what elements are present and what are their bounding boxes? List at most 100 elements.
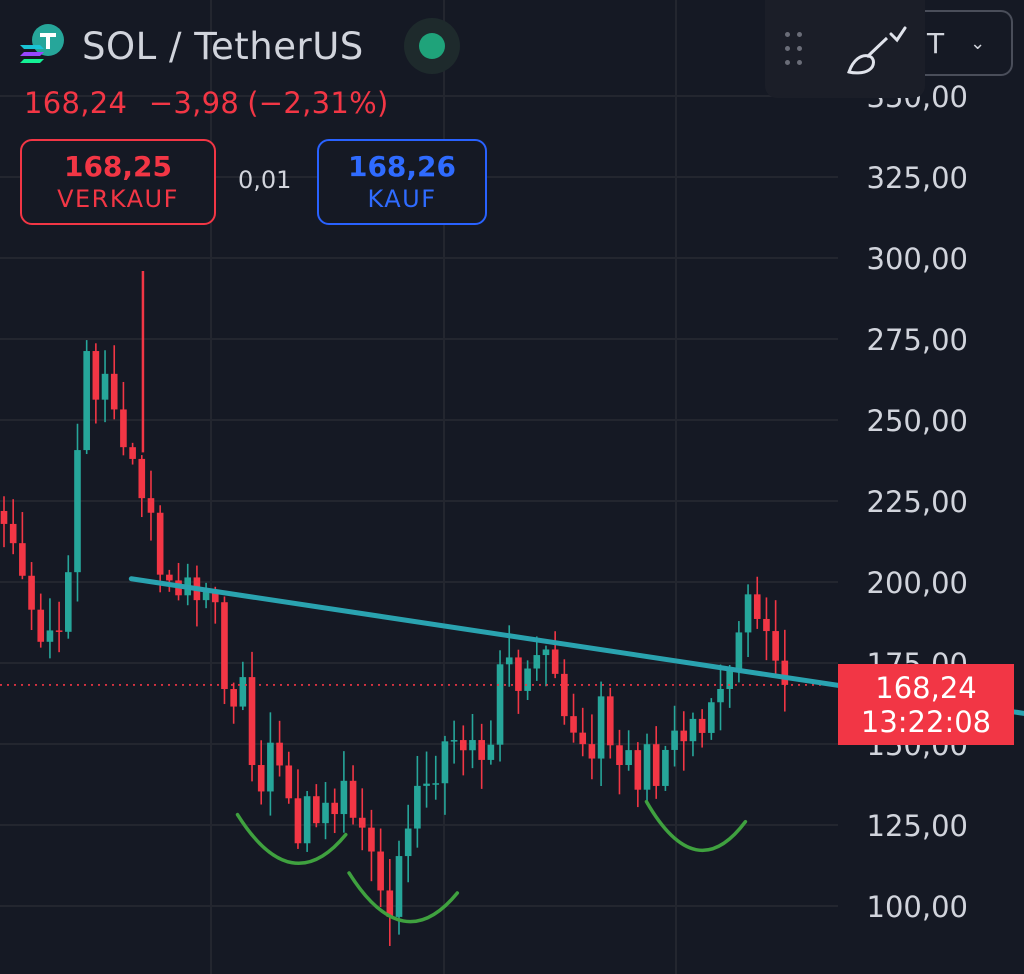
candle bbox=[129, 442, 136, 465]
candle bbox=[744, 584, 752, 658]
candle bbox=[83, 340, 90, 455]
candle-body bbox=[349, 780, 357, 818]
candle bbox=[202, 582, 210, 609]
candle bbox=[524, 660, 531, 701]
candle bbox=[349, 765, 357, 825]
candle bbox=[551, 631, 559, 679]
candle-body bbox=[138, 458, 146, 499]
candle bbox=[294, 769, 302, 849]
candle bbox=[450, 720, 458, 764]
brush-icon[interactable] bbox=[847, 26, 907, 80]
candle-body bbox=[662, 749, 669, 786]
candle bbox=[64, 555, 72, 639]
candle bbox=[634, 742, 642, 808]
candlestick-series bbox=[0, 270, 789, 946]
candle bbox=[708, 698, 715, 740]
candle bbox=[469, 713, 476, 769]
candle bbox=[432, 755, 440, 800]
candle-body bbox=[505, 657, 513, 665]
candle-body bbox=[726, 669, 734, 689]
candle-body bbox=[340, 780, 348, 815]
candle-body bbox=[597, 696, 605, 759]
candle bbox=[689, 712, 697, 757]
candle-body bbox=[652, 744, 660, 786]
candle bbox=[92, 343, 100, 424]
candle bbox=[156, 505, 164, 593]
candle-body bbox=[496, 664, 504, 745]
candle bbox=[267, 712, 274, 816]
candle-body bbox=[257, 765, 265, 792]
candle-body bbox=[303, 796, 311, 844]
candle-body bbox=[404, 828, 412, 857]
sell-button[interactable]: 168,25 VERKAUF bbox=[20, 139, 216, 225]
interval-selector[interactable]: T ⌄ bbox=[925, 10, 1013, 76]
candle bbox=[358, 788, 366, 851]
candle bbox=[625, 730, 632, 771]
candle-body bbox=[166, 574, 173, 581]
candle-body bbox=[395, 856, 403, 917]
candle-body bbox=[313, 796, 320, 824]
candle-body bbox=[0, 510, 8, 524]
candle bbox=[588, 714, 596, 780]
candle-body bbox=[37, 609, 45, 642]
chart-header: SOL / TetherUS bbox=[18, 18, 460, 74]
drag-handle-icon[interactable] bbox=[785, 30, 815, 70]
candle-body bbox=[515, 657, 522, 691]
candle bbox=[386, 859, 394, 946]
price-axis[interactable]: 350,00325,00300,00275,00250,00225,00200,… bbox=[867, 80, 968, 924]
candle bbox=[74, 423, 81, 602]
candle bbox=[0, 496, 8, 548]
candle bbox=[276, 720, 283, 777]
candle-body bbox=[763, 618, 770, 632]
market-status[interactable] bbox=[403, 18, 460, 74]
candle-body bbox=[781, 660, 789, 685]
candle-body bbox=[331, 802, 339, 815]
candle bbox=[680, 711, 688, 771]
candle-body bbox=[358, 817, 366, 828]
candle bbox=[570, 693, 577, 743]
candle bbox=[662, 745, 669, 791]
candle bbox=[763, 597, 770, 661]
quote-line: 168,24 −3,98 (−2,31%) bbox=[24, 86, 401, 120]
price-axis-label: 225,00 bbox=[867, 485, 968, 519]
candle-body bbox=[588, 744, 596, 759]
candle-body bbox=[83, 351, 90, 451]
candle-body bbox=[9, 523, 17, 544]
buy-label: KAUF bbox=[367, 185, 437, 213]
candle bbox=[221, 596, 228, 705]
candle-body bbox=[55, 630, 63, 632]
candle-body bbox=[432, 783, 440, 785]
candle-body bbox=[753, 594, 761, 619]
candle bbox=[239, 661, 247, 711]
candle-body bbox=[671, 730, 678, 750]
last-price: 168,24 bbox=[24, 86, 128, 120]
candle-body bbox=[46, 630, 54, 642]
candle bbox=[515, 649, 522, 714]
candle bbox=[404, 804, 412, 883]
candle-body bbox=[459, 740, 467, 751]
buy-button[interactable]: 168,26 KAUF bbox=[317, 139, 487, 225]
candle bbox=[313, 784, 320, 828]
candle-body bbox=[487, 744, 495, 760]
candle-body bbox=[19, 543, 26, 576]
buy-price: 168,26 bbox=[347, 150, 457, 183]
candle bbox=[561, 659, 568, 725]
cup-annotation bbox=[644, 799, 748, 852]
candle-body bbox=[156, 512, 164, 575]
candle-body bbox=[221, 602, 228, 690]
candle bbox=[248, 651, 256, 782]
candle-body bbox=[414, 785, 421, 829]
symbol-title[interactable]: SOL / TetherUS bbox=[82, 25, 364, 68]
candle-body bbox=[147, 498, 155, 513]
candle-body bbox=[423, 783, 430, 786]
sell-price: 168,25 bbox=[63, 150, 173, 183]
candle bbox=[303, 790, 311, 852]
candle-body bbox=[368, 827, 375, 852]
candle-body bbox=[524, 668, 531, 691]
candle bbox=[652, 726, 660, 799]
candle-body bbox=[625, 750, 632, 766]
candle-body bbox=[64, 572, 72, 632]
chevron-down-icon: ⌄ bbox=[970, 32, 986, 54]
candle-body bbox=[551, 649, 559, 674]
candle bbox=[478, 723, 485, 789]
